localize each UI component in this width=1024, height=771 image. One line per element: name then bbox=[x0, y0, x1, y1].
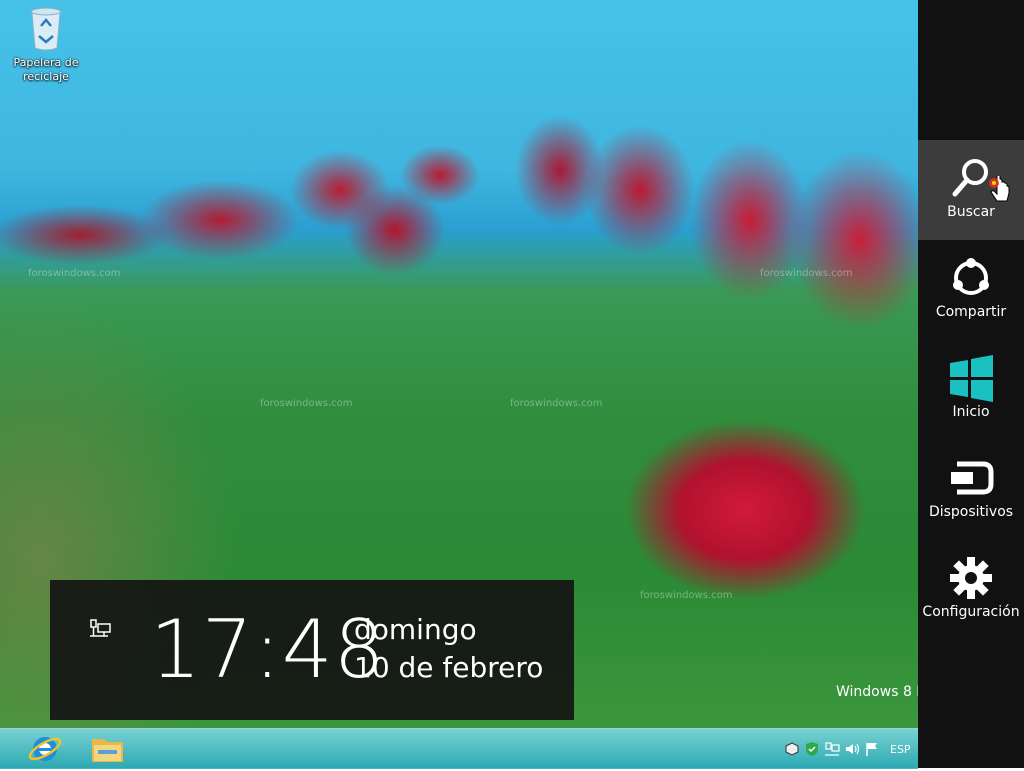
charm-start[interactable]: Inicio bbox=[918, 340, 1024, 440]
system-tray: ESP bbox=[784, 729, 918, 769]
charm-devices[interactable]: Dispositivos bbox=[918, 440, 1024, 540]
recycle-bin-shortcut[interactable]: Papelera de reciclaje bbox=[8, 6, 84, 84]
charm-settings[interactable]: Configuración bbox=[918, 540, 1024, 640]
language-indicator[interactable]: ESP bbox=[890, 743, 912, 756]
charm-search[interactable]: Buscar bbox=[918, 140, 1024, 240]
charms-bar: Buscar Compartir Inicio Dispositivos Con… bbox=[918, 0, 1024, 768]
charm-share-label: Compartir bbox=[935, 304, 1007, 320]
watermark: foroswindows.com bbox=[760, 268, 853, 279]
cursor-hand-icon bbox=[989, 176, 1010, 202]
devices-icon bbox=[951, 461, 994, 495]
recycle-bin-icon bbox=[30, 7, 62, 51]
charm-settings-label: Configuración bbox=[922, 604, 1020, 620]
internet-explorer-button[interactable] bbox=[18, 731, 72, 767]
file-explorer-icon bbox=[92, 739, 123, 762]
clock-day: domingo bbox=[354, 613, 477, 646]
action-center-icon[interactable] bbox=[784, 741, 800, 757]
security-icon[interactable] bbox=[804, 741, 820, 757]
share-icon bbox=[953, 258, 989, 295]
charm-share[interactable]: Compartir bbox=[918, 240, 1024, 340]
internet-explorer-icon bbox=[28, 737, 62, 761]
clock-date: 10 de febrero bbox=[354, 651, 544, 684]
charm-devices-label: Dispositivos bbox=[928, 504, 1014, 520]
file-explorer-button[interactable] bbox=[80, 731, 134, 767]
watermark: foroswindows.com bbox=[510, 398, 603, 409]
flag-icon[interactable] bbox=[864, 741, 880, 757]
charm-search-label: Buscar bbox=[947, 204, 995, 220]
charm-start-label: Inicio bbox=[952, 404, 990, 420]
network-icon bbox=[90, 619, 111, 637]
clock-panel: 17:48 domingo 10 de febrero bbox=[50, 580, 574, 720]
clock-time: 17:48 bbox=[150, 603, 386, 696]
windows-edition-label: Windows 8 P bbox=[836, 684, 918, 700]
network-icon[interactable] bbox=[824, 741, 840, 757]
volume-icon[interactable] bbox=[844, 741, 860, 757]
watermark: foroswindows.com bbox=[28, 268, 121, 279]
gear-icon bbox=[950, 557, 992, 599]
windows-logo-icon bbox=[950, 355, 993, 402]
watermark: foroswindows.com bbox=[640, 590, 733, 601]
recycle-bin-label: Papelera de reciclaje bbox=[13, 56, 79, 83]
watermark: foroswindows.com bbox=[260, 398, 353, 409]
taskbar: ESP bbox=[0, 728, 918, 769]
